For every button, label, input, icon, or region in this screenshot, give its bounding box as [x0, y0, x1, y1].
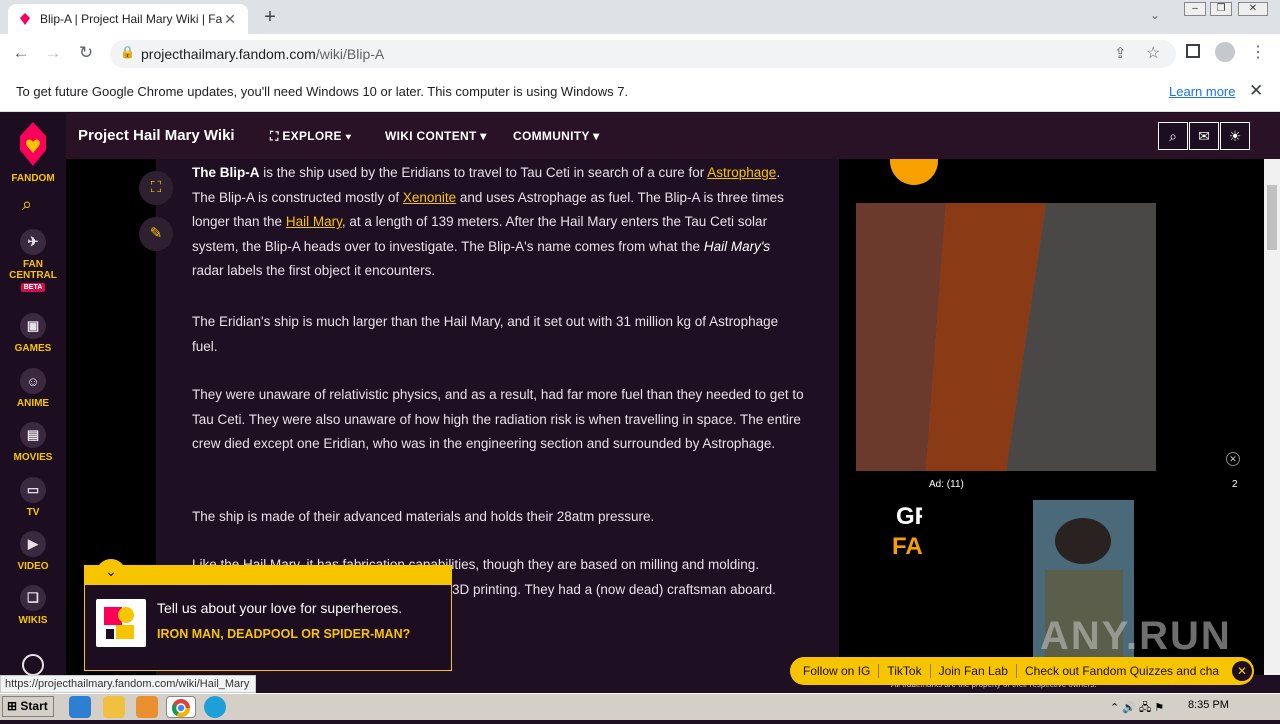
windows-logo-icon: ⊞ — [7, 699, 18, 713]
wiki-search-button[interactable]: ⌕ — [1158, 122, 1188, 150]
start-button[interactable]: ⊞ Start — [2, 696, 54, 717]
reload-button[interactable]: ↻ — [73, 40, 99, 66]
nav-community[interactable]: COMMUNITY ▾ — [513, 129, 599, 143]
superhero-poll-icon — [96, 599, 146, 647]
sidebar-item-anime[interactable]: ☺ ANIME — [0, 368, 66, 409]
paragraph-4: The ship is made of their advanced mater… — [192, 509, 655, 524]
game-ad-image[interactable] — [856, 159, 1156, 471]
play-icon: ▶ — [20, 531, 46, 557]
back-button[interactable]: ← — [8, 40, 34, 66]
poll-question: Tell us about your love for superheroes. — [157, 600, 403, 616]
infobar-close-icon[interactable]: ✕ — [1249, 81, 1263, 101]
gamepad-icon: ▣ — [20, 313, 46, 339]
fandom-favicon-icon — [20, 13, 30, 25]
nav-wiki-content[interactable]: WIKI CONTENT ▾ — [385, 129, 487, 143]
follow-ig-link[interactable]: Follow on IG — [790, 664, 880, 678]
social-banner: Follow on IG TikTok Join Fan Lab Check o… — [790, 657, 1254, 685]
nav-explore[interactable]: ⛶ EXPLORE ▾ — [270, 129, 352, 144]
forward-button[interactable]: → — [40, 40, 66, 66]
sidebar-item-tv[interactable]: ▭ TV — [0, 477, 66, 518]
profile-avatar[interactable] — [1215, 42, 1235, 62]
paragraph-2: The Eridian's ship is much larger than t… — [192, 314, 779, 354]
url-text: projecthailmary.fandom.com/wiki/Blip-A — [141, 46, 385, 62]
infobar-message: To get future Google Chrome updates, you… — [16, 84, 629, 99]
astrophage-link[interactable]: Astrophage — [707, 165, 776, 180]
theme-toggle-button[interactable]: ☀ — [1220, 122, 1250, 150]
sidebar-item-video[interactable]: ▶ VIDEO — [0, 531, 66, 572]
lock-icon[interactable]: 🔒 — [120, 45, 135, 59]
tab-title: Blip-A | Project Hail Mary Wiki | Fand — [40, 12, 222, 26]
ad-heading-2: FA — [892, 533, 923, 560]
ad-close-icon[interactable]: ✕ — [1226, 452, 1240, 466]
chrome-icon — [172, 699, 190, 718]
user-account-icon[interactable] — [22, 654, 44, 676]
chrome-taskbar-button[interactable] — [166, 696, 196, 718]
paragraph-1: The Blip-A is the ship used by the Eridi… — [192, 165, 784, 278]
tiktok-link[interactable]: TikTok — [879, 664, 931, 678]
ad-counter: 2 — [1232, 479, 1238, 490]
paragraph-3: They were unaware of relativistic physic… — [192, 387, 804, 451]
search-icon[interactable]: ⌕ — [22, 194, 44, 216]
banner-close-icon[interactable]: ✕ — [1232, 661, 1252, 681]
tab-close-icon[interactable]: ✕ — [222, 11, 238, 28]
share-icon[interactable]: ⇪ — [1114, 44, 1127, 62]
fandom-logo[interactable] — [16, 120, 50, 173]
ie-icon[interactable] — [69, 696, 91, 718]
book-icon: ❏ — [20, 585, 46, 611]
tv-icon: ▭ — [20, 477, 46, 503]
maximize-button[interactable]: ❐ — [1210, 2, 1232, 16]
game-characters-art — [856, 159, 1156, 471]
discussions-button[interactable]: ✉ — [1189, 122, 1219, 150]
status-bar-url: https://projecthailmary.fandom.com/wiki/… — [0, 675, 256, 693]
explorer-folder-icon[interactable] — [103, 696, 125, 718]
sidebar-item-movies[interactable]: ▤ MOVIES — [0, 422, 66, 463]
ad-label: Ad: (11) — [929, 479, 964, 490]
sidebar-item-fan-central[interactable]: ✈ FAN CENTRAL BETA — [0, 229, 66, 292]
minimize-button[interactable]: – — [1184, 2, 1206, 16]
new-tab-button[interactable]: + — [258, 6, 282, 30]
collapse-chevron-icon[interactable]: ⌄ — [96, 559, 126, 581]
ad-figure-head — [1055, 518, 1111, 564]
anime-face-icon: ☺ — [20, 368, 46, 394]
media-player-icon[interactable] — [136, 696, 158, 718]
sidebar-item-wikis[interactable]: ❏ WIKIS — [0, 585, 66, 626]
beta-badge: BETA — [20, 283, 46, 292]
tray-icons[interactable]: ⌃ 🔊 🖧 ⚑ — [1110, 699, 1164, 718]
learn-more-link[interactable]: Learn more — [1169, 84, 1235, 99]
edge-icon[interactable] — [204, 696, 226, 718]
rocket-icon: ✈ — [20, 229, 46, 255]
taskbar-clock: 8:35 PM — [1188, 699, 1229, 711]
watermark-text: ANY.RUN — [1040, 614, 1232, 658]
fullscreen-icon[interactable]: ⛶ — [139, 171, 173, 205]
close-window-button[interactable]: ✕ — [1238, 2, 1268, 16]
explore-icon: ⛶ — [270, 129, 283, 143]
side-panel-icon[interactable] — [1186, 44, 1200, 58]
wiki-header — [66, 113, 1280, 159]
wiki-title[interactable]: Project Hail Mary Wiki — [78, 127, 235, 144]
tab-search-icon[interactable]: ⌄ — [1150, 8, 1160, 22]
quizzes-link[interactable]: Check out Fandom Quizzes and cha — [1017, 664, 1227, 678]
sidebar-item-games[interactable]: ▣ GAMES — [0, 313, 66, 354]
edit-icon[interactable]: ✎ — [139, 217, 173, 251]
fandom-logo-label: FANDOM — [11, 173, 55, 184]
clapperboard-icon: ▤ — [20, 422, 46, 448]
menu-icon[interactable]: ⋮ — [1250, 42, 1266, 62]
join-fan-lab-link[interactable]: Join Fan Lab — [931, 664, 1017, 678]
hail-mary-link[interactable]: Hail Mary — [286, 214, 342, 229]
paragraph-5b: 3D printing. They had a (now dead) craft… — [452, 582, 776, 597]
browser-tab[interactable]: Blip-A | Project Hail Mary Wiki | Fand ✕ — [8, 4, 248, 34]
fandom-heart-icon — [20, 122, 46, 166]
bookmark-star-icon[interactable]: ☆ — [1146, 43, 1160, 63]
poll-answer-link[interactable]: IRON MAN, DEADPOOL OR SPIDER-MAN? — [157, 626, 427, 642]
xenonite-link[interactable]: Xenonite — [403, 190, 456, 205]
poll-popup-band — [84, 565, 452, 585]
scrollbar-thumb[interactable] — [1267, 185, 1277, 250]
